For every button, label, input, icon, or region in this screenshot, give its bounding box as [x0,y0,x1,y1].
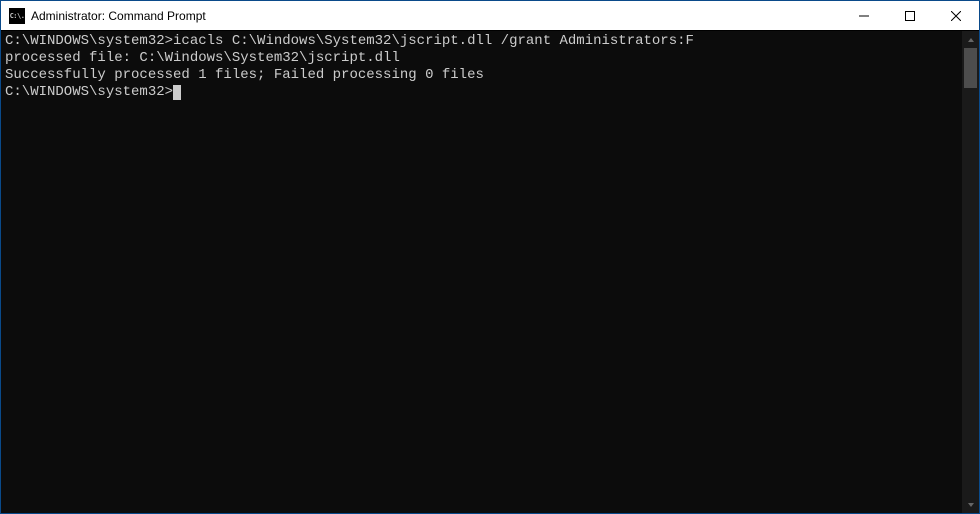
maximize-icon [905,11,915,21]
close-button[interactable] [933,1,979,30]
minimize-button[interactable] [841,1,887,30]
cmd-icon: C:\. [9,8,25,24]
vertical-scrollbar[interactable] [962,31,979,513]
cmd-window: C:\. Administrator: Command Prompt C:\WI… [0,0,980,514]
console-output[interactable]: C:\WINDOWS\system32>icacls C:\Windows\Sy… [1,31,962,513]
scroll-up-button[interactable] [962,31,979,48]
window-title: Administrator: Command Prompt [31,9,841,23]
titlebar[interactable]: C:\. Administrator: Command Prompt [1,1,979,31]
text-cursor [173,85,181,100]
output-line: C:\WINDOWS\system32>icacls C:\Windows\Sy… [5,33,958,50]
console-wrap: C:\WINDOWS\system32>icacls C:\Windows\Sy… [1,31,979,513]
close-icon [951,11,961,21]
output-line: Successfully processed 1 files; Failed p… [5,67,958,84]
prompt-text: C:\WINDOWS\system32> [5,84,173,101]
scroll-down-button[interactable] [962,496,979,513]
chevron-down-icon [967,501,975,509]
maximize-button[interactable] [887,1,933,30]
output-line: processed file: C:\Windows\System32\jscr… [5,50,958,67]
scrollbar-thumb[interactable] [964,48,977,88]
prompt-line: C:\WINDOWS\system32> [5,84,958,101]
minimize-icon [859,11,869,21]
window-controls [841,1,979,30]
cmd-icon-glyph: C:\. [10,12,25,20]
chevron-up-icon [967,36,975,44]
